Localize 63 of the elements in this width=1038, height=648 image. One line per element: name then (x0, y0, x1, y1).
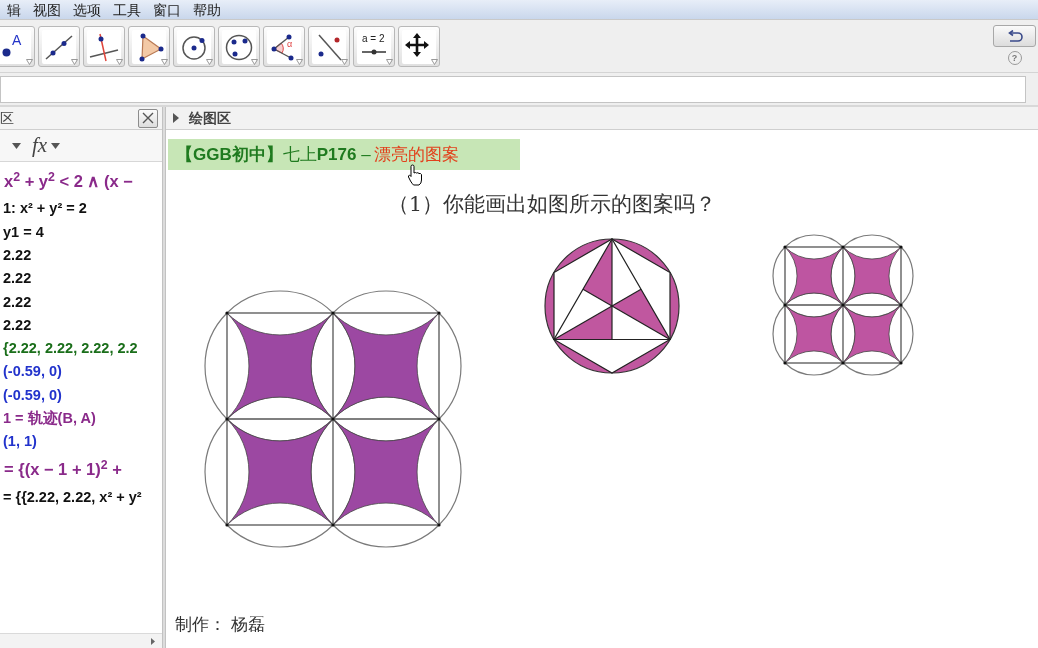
panel-title: 绘图区 (189, 108, 231, 128)
algebra-entry[interactable]: (-0.59, 0) (3, 364, 62, 379)
reflect-tool-button[interactable] (308, 26, 350, 67)
four-way-arrows-icon (404, 32, 430, 58)
algebra-entry[interactable]: (1, 1) (3, 434, 37, 449)
polygon-tool-button[interactable] (128, 26, 170, 67)
line-tool-button[interactable] (38, 26, 80, 67)
perpendicular-tool-button[interactable] (83, 26, 125, 67)
undo-button[interactable] (993, 25, 1036, 47)
close-button[interactable] (138, 108, 158, 128)
panel-title: 区 (0, 108, 14, 128)
dropdown-triangle-icon (116, 59, 123, 65)
algebra-entry[interactable]: (-0.59, 0) (3, 387, 62, 403)
banner-highlight: 漂亮的图案 (373, 146, 459, 163)
slider-tool-button[interactable]: a = 2 (353, 26, 395, 67)
hand-cursor-icon (407, 164, 423, 186)
menu-item[interactable]: 帮助 (188, 2, 226, 17)
algebra-entry[interactable]: y1 = 4 (3, 224, 44, 240)
menu-item[interactable]: 选项 (68, 2, 106, 17)
circle-tool-button[interactable] (173, 26, 215, 67)
dropdown-triangle-icon (161, 59, 168, 65)
algebra-entry[interactable]: = {(x − 1 + 1)$^{2}$ + (4, 461, 122, 478)
circle-through-points-tool-button[interactable] (218, 26, 260, 67)
credit-text: 制作： 杨磊 (175, 616, 266, 633)
input-field[interactable] (0, 75, 1026, 103)
close-icon (142, 112, 154, 124)
point-tool-button[interactable]: A (0, 26, 35, 67)
caret-icon[interactable] (12, 142, 21, 149)
algebra-entry[interactable]: 2.22 (3, 248, 32, 263)
algebra-entry[interactable]: {2.22, 2.22, 2.22, 2.2 (3, 341, 138, 356)
horizontal-scrollbar[interactable] (0, 633, 162, 648)
move-view-tool-button[interactable] (398, 26, 440, 67)
dropdown-triangle-icon (431, 59, 438, 65)
input-help-button[interactable]: fx (32, 135, 61, 156)
circle-with-points-icon (224, 32, 254, 62)
dropdown-triangle-icon (206, 59, 213, 65)
dropdown-triangle-icon (251, 59, 258, 65)
scroll-right-icon[interactable] (151, 637, 155, 645)
menu-item[interactable]: 视图 (28, 2, 66, 17)
menu-item[interactable]: 工具 (108, 2, 146, 17)
dropdown-triangle-icon (26, 59, 33, 65)
algebra-entry[interactable]: 1: x² + y² = 2 (3, 201, 87, 216)
algebra-entry[interactable]: 1 = 轨迹(B, A) (3, 411, 96, 426)
menu-item[interactable]: 窗口 (148, 2, 186, 17)
dropdown-triangle-icon (386, 59, 393, 65)
perpendicular-lines-icon (89, 32, 119, 62)
algebra-entry[interactable]: = {{2.22, 2.22, x² + y² (3, 489, 142, 505)
algebra-entry[interactable]: 2.22 (3, 271, 32, 286)
question-text: （1）你能画出如图所示的图案吗？ (388, 194, 717, 215)
line-through-points-icon (44, 32, 74, 62)
banner-title: 【GGB初中】七上P176 – (176, 146, 371, 163)
point-icon (2, 48, 11, 57)
angle-tool-button[interactable]: α (263, 26, 305, 67)
slider-icon (361, 49, 387, 55)
algebra-entry[interactable]: 2.22 (3, 294, 32, 310)
caret-icon (51, 142, 61, 149)
algebra-entry[interactable]: 2.22 (3, 317, 32, 333)
dropdown-triangle-icon (71, 59, 78, 65)
collapse-triangle-icon[interactable] (173, 113, 179, 123)
dropdown-triangle-icon (341, 59, 348, 65)
menu-item[interactable]: 辑 (0, 2, 26, 17)
dropdown-triangle-icon (296, 59, 303, 65)
algebra-entry[interactable]: x$^{2}$ + y$^{2}$ < 2 ∧ (x − (4, 172, 133, 190)
